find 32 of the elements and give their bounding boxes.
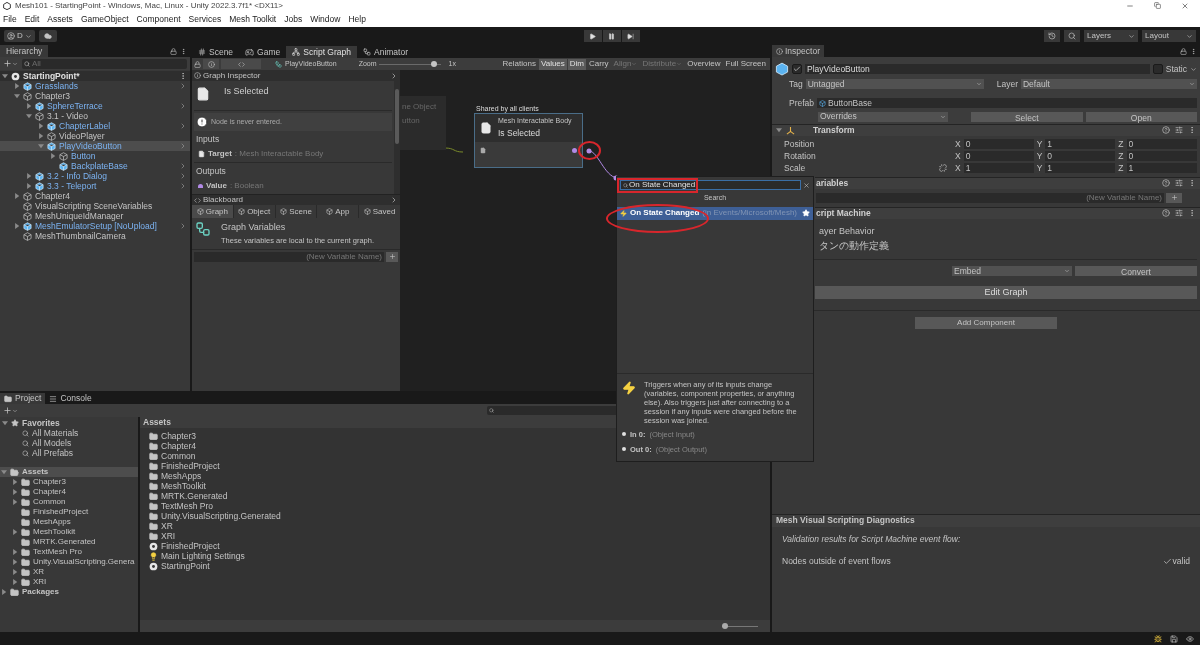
node-title: Is Selected (224, 85, 269, 98)
section-label: Outputs (194, 161, 392, 178)
axis-label: Y (1036, 137, 1043, 151)
field-label: Position (784, 137, 816, 151)
port-name: Value (206, 179, 227, 192)
port-name: Target (208, 147, 232, 160)
graph-title: ayer Behavior (819, 224, 876, 238)
field-label: Layer (996, 78, 1018, 91)
variables-heading: Graph Variables (221, 221, 287, 234)
check-result: valid (1172, 555, 1190, 568)
diagnostics-subtitle: Validation results for Script Machine event flow: (782, 532, 962, 546)
axis-label: Y (1036, 161, 1043, 175)
static-label: Static (1165, 62, 1187, 76)
field-label: Rotation (784, 149, 817, 163)
axis-label: X (955, 149, 961, 163)
diagnostics-header: Mesh Visual Scripting Diagnostics (772, 513, 1200, 527)
axis-label: Y (1036, 149, 1043, 163)
axis-label: Z (1118, 137, 1124, 151)
axis-label: Z (1118, 161, 1124, 175)
field-label: Prefab (789, 96, 815, 110)
axis-label: X (955, 137, 961, 151)
section-label: Inputs (195, 133, 221, 146)
node-title: Is Selected (498, 126, 542, 140)
window-title: Mesh101 - StartingPoint - Windows, Mac, Linux - Unity 2022.3.7f1* <DX11> (15, 0, 283, 12)
graph-summary: タンの動作定義 (819, 239, 890, 253)
check-label: Nodes outside of event flows (782, 555, 891, 568)
field-label: Scale (784, 161, 807, 175)
panel-title: Graph Inspector (203, 69, 261, 82)
panel-title: Blackboard (203, 194, 244, 206)
field-label: Tag (789, 78, 803, 91)
axis-label: X (955, 161, 961, 175)
axis-label: Z (1118, 149, 1124, 163)
